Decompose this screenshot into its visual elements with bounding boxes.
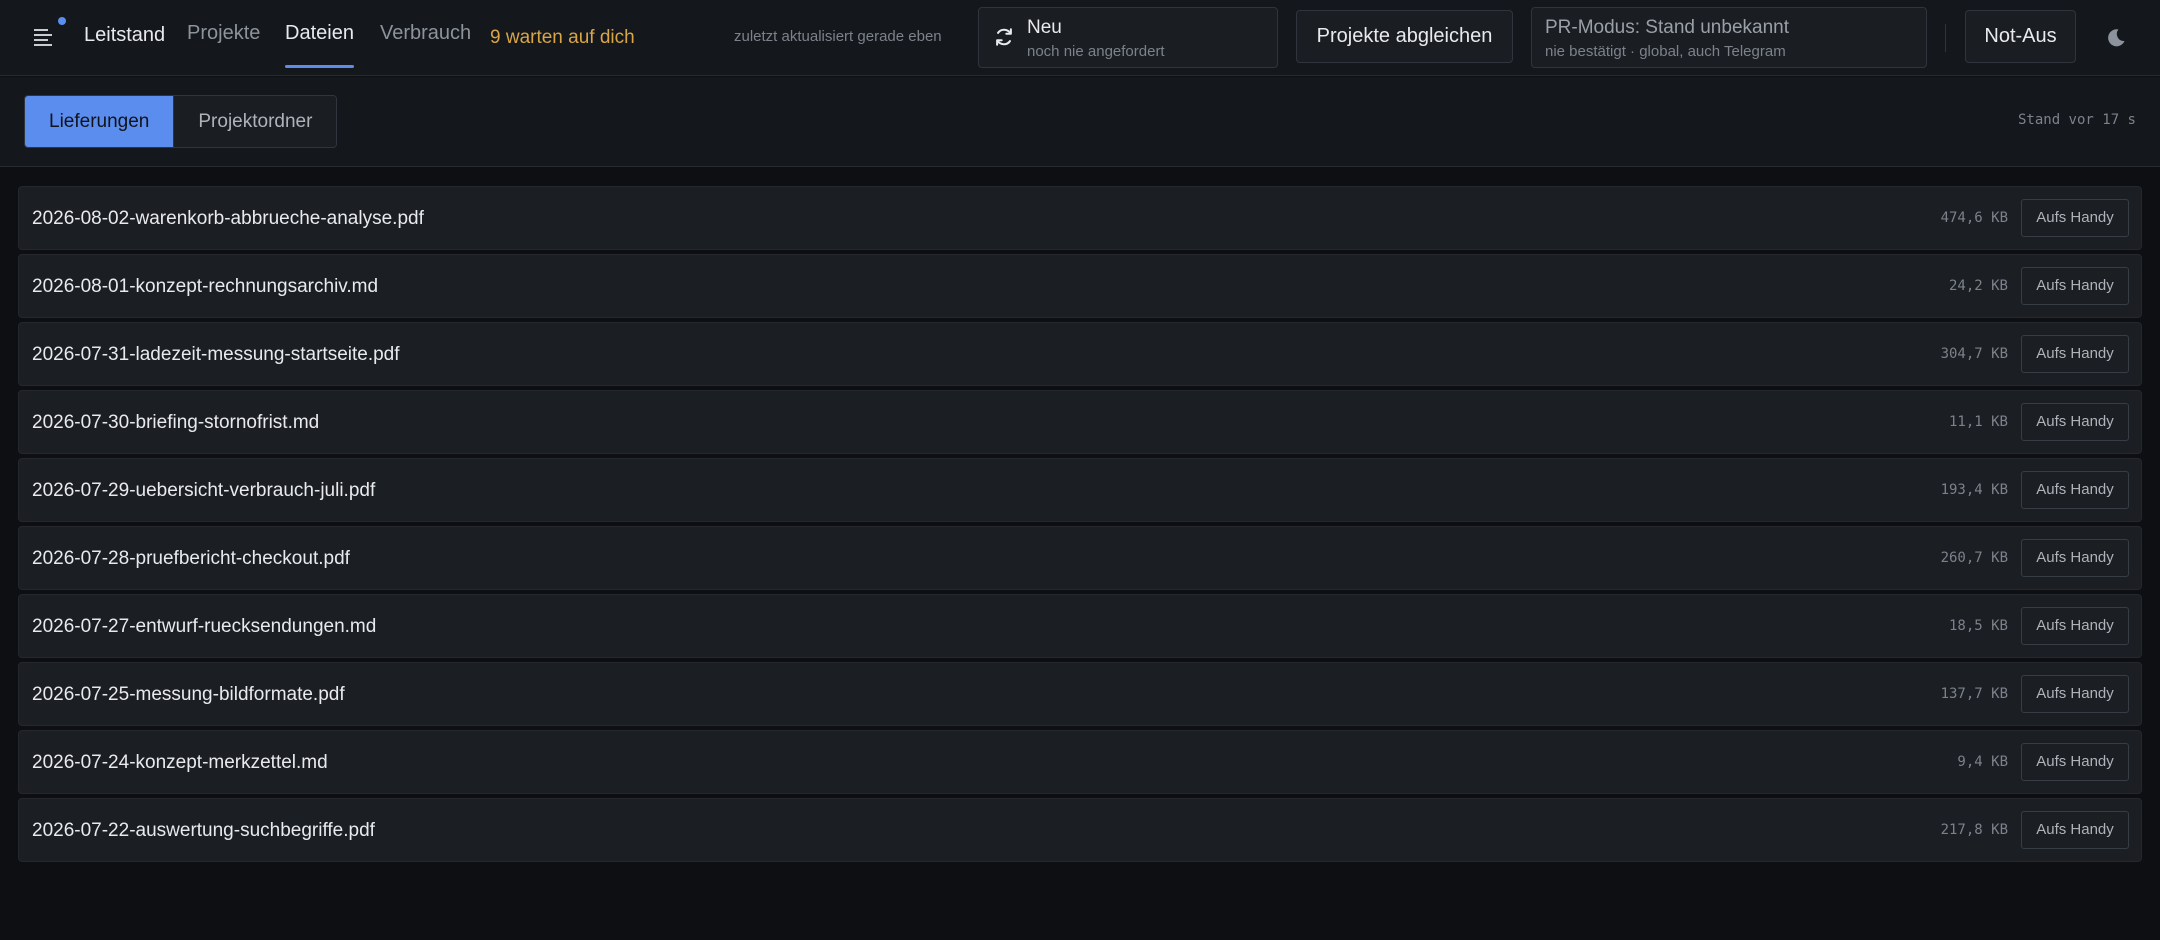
notification-dot [58,17,66,25]
file-row[interactable]: 2026-07-28-pruefbericht-checkout.pdf 260… [18,526,2142,590]
send-to-phone-button[interactable]: Aufs Handy [2021,607,2129,645]
file-size: 24,2 KB [1948,278,2008,294]
pr-mode-title: PR-Modus: Stand unbekannt [1545,17,1789,38]
file-size: 137,7 KB [1940,686,2008,702]
new-title: Neu [1027,17,1062,38]
file-name: 2026-07-27-entwurf-ruecksendungen.md [32,616,377,637]
segment-projektordner[interactable]: Projektordner [173,96,337,147]
send-to-phone-button[interactable]: Aufs Handy [2021,743,2129,781]
file-size: 9,4 KB [1957,754,2008,770]
send-to-phone-button[interactable]: Aufs Handy [2021,675,2129,713]
send-to-phone-button[interactable]: Aufs Handy [2021,403,2129,441]
refresh-status: Stand vor 17 s [2017,112,2136,128]
send-to-phone-button[interactable]: Aufs Handy [2021,811,2129,849]
file-size: 474,6 KB [1940,210,2008,226]
sync-projects-button[interactable]: Projekte abgleichen [1296,10,1513,63]
emergency-stop-label: Not-Aus [1984,25,2057,47]
file-name: 2026-07-30-briefing-stornofrist.md [32,412,320,433]
menu-icon [34,29,52,46]
view-switch: Lieferungen Projektordner [24,95,338,148]
brand-title: Leitstand [84,24,166,46]
refresh-icon [996,28,1012,46]
send-to-phone-button[interactable]: Aufs Handy [2021,267,2129,305]
pr-mode-subtitle: nie bestätigt · global, auch Telegram [1545,43,1786,60]
theme-toggle[interactable] [2104,26,2128,50]
top-bar: Leitstand Projekte Dateien Verbrauch 9 w… [0,0,2160,76]
file-name: 2026-07-28-pruefbericht-checkout.pdf [32,548,350,569]
file-name: 2026-07-31-ladezeit-messung-startseite.p… [32,344,400,365]
file-size: 304,7 KB [1940,346,2008,362]
file-row[interactable]: 2026-07-22-auswertung-suchbegriffe.pdf 2… [18,798,2142,862]
file-row[interactable]: 2026-07-30-briefing-stornofrist.md 11,1 … [18,390,2142,454]
file-name: 2026-07-22-auswertung-suchbegriffe.pdf [32,820,375,841]
file-name: 2026-08-01-konzept-rechnungsarchiv.md [32,276,379,297]
tab-verbrauch[interactable]: Verbrauch [380,22,471,68]
file-list: 2026-08-02-warenkorb-abbrueche-analyse.p… [18,186,2142,866]
emergency-stop-button[interactable]: Not-Aus [1965,10,2076,63]
menu-button[interactable] [30,17,66,52]
file-row[interactable]: 2026-07-29-uebersicht-verbrauch-juli.pdf… [18,458,2142,522]
segment-lieferungen[interactable]: Lieferungen [25,96,174,147]
new-request-button[interactable]: Neu noch nie angefordert [978,7,1278,68]
send-to-phone-button[interactable]: Aufs Handy [2021,539,2129,577]
file-row[interactable]: 2026-07-25-messung-bildformate.pdf 137,7… [18,662,2142,726]
file-size: 193,4 KB [1940,482,2008,498]
pr-mode-button[interactable]: PR-Modus: Stand unbekannt nie bestätigt … [1531,7,1927,68]
moon-icon [2108,29,2125,47]
file-row[interactable]: 2026-07-31-ladezeit-messung-startseite.p… [18,322,2142,386]
send-to-phone-button[interactable]: Aufs Handy [2021,335,2129,373]
file-name: 2026-07-25-messung-bildformate.pdf [32,684,345,705]
send-to-phone-button[interactable]: Aufs Handy [2021,199,2129,237]
file-size: 18,5 KB [1948,618,2008,634]
file-size: 260,7 KB [1940,550,2008,566]
waiting-link[interactable]: 9 warten auf dich [490,27,635,49]
file-name: 2026-08-02-warenkorb-abbrueche-analyse.p… [32,208,424,229]
files-toolbar: Lieferungen Projektordner Stand vor 17 s [0,77,2160,167]
last-updated-text: zuletzt aktualisiert gerade eben [734,28,942,45]
new-subtitle: noch nie angefordert [1027,43,1165,60]
file-size: 217,8 KB [1940,822,2008,838]
header-divider [1945,24,1946,52]
file-name: 2026-07-29-uebersicht-verbrauch-juli.pdf [32,480,376,501]
send-to-phone-button[interactable]: Aufs Handy [2021,471,2129,509]
tab-dateien[interactable]: Dateien [285,22,354,68]
file-row[interactable]: 2026-07-27-entwurf-ruecksendungen.md 18,… [18,594,2142,658]
file-size: 11,1 KB [1948,414,2008,430]
file-row[interactable]: 2026-07-24-konzept-merkzettel.md 9,4 KB … [18,730,2142,794]
file-row[interactable]: 2026-08-02-warenkorb-abbrueche-analyse.p… [18,186,2142,250]
file-name: 2026-07-24-konzept-merkzettel.md [32,752,328,773]
sync-projects-label: Projekte abgleichen [1316,25,1493,47]
file-row[interactable]: 2026-08-01-konzept-rechnungsarchiv.md 24… [18,254,2142,318]
tab-projekte[interactable]: Projekte [187,22,260,68]
